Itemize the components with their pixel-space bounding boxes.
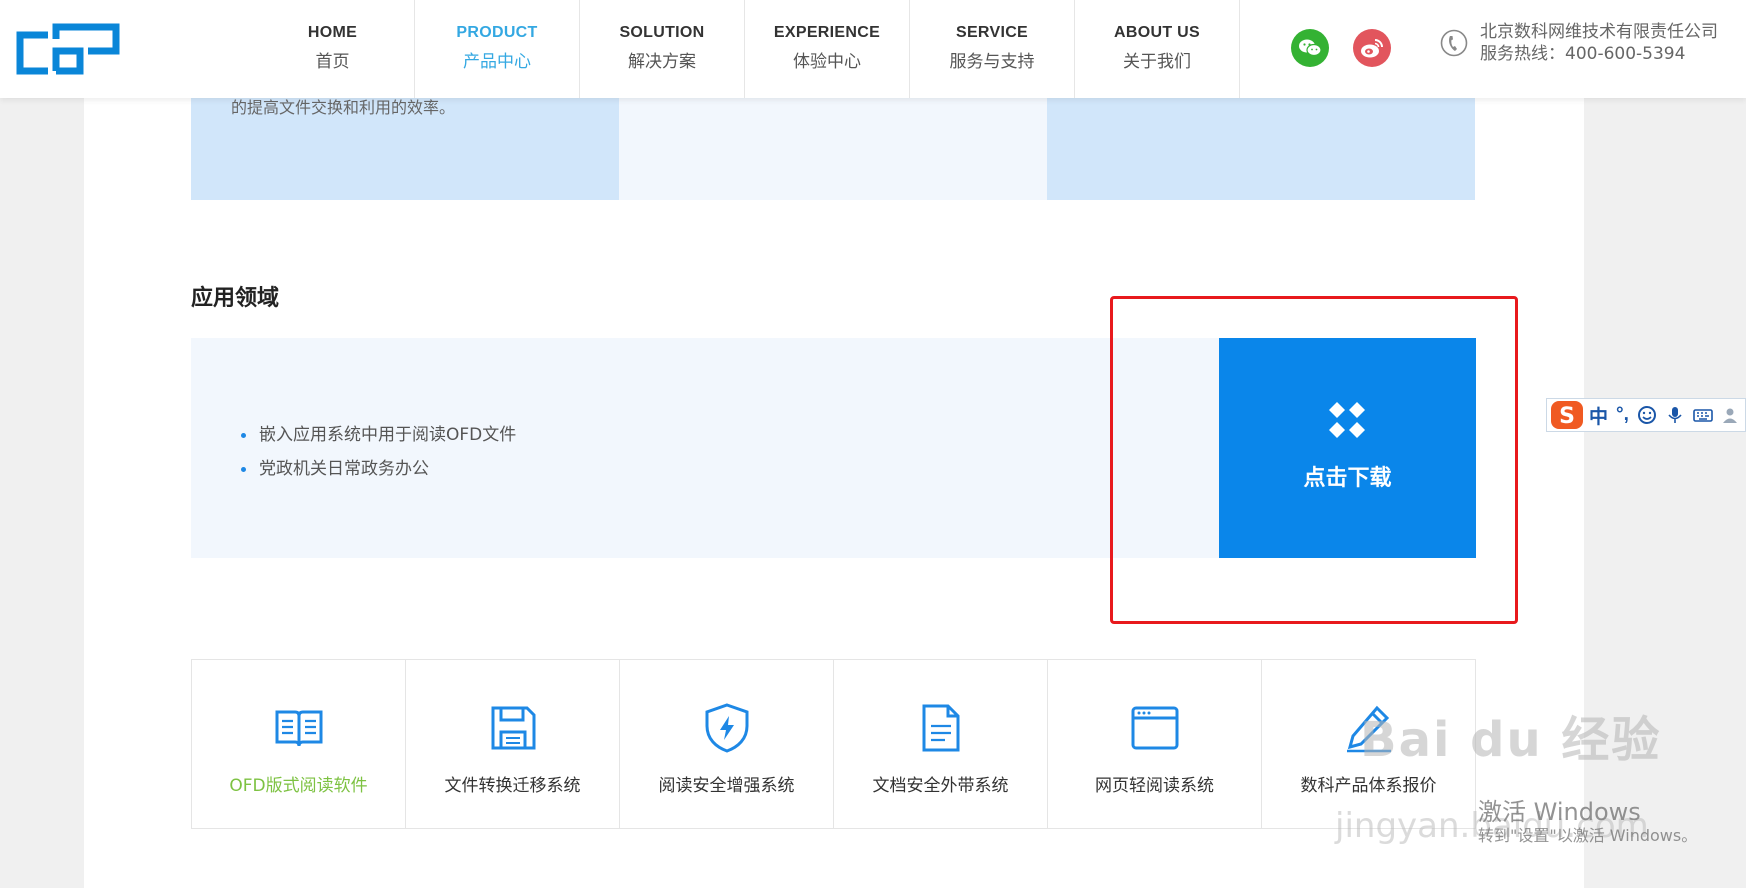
list-item: 嵌入应用系统中用于阅读OFD文件 [241, 418, 516, 452]
document-icon [922, 704, 959, 752]
nav-label-cn: 解决方案 [628, 52, 696, 72]
nav-label-cn: 体验中心 [793, 52, 861, 72]
nav-label-cn: 产品中心 [463, 52, 531, 72]
company-info: 北京数科网维技术有限责任公司 服务热线：400-600-5394 [1480, 21, 1718, 65]
open-book-icon [275, 710, 322, 747]
nav-experience[interactable]: EXPERIENCE 体验中心 [745, 0, 910, 98]
ime-toolbar[interactable]: S 中 °, [1546, 398, 1746, 432]
nav-solution[interactable]: SOLUTION 解决方案 [580, 0, 745, 98]
nav-label-cn: 首页 [315, 52, 350, 72]
sogou-s-icon: S [1551, 401, 1583, 429]
nav-home[interactable]: HOME 首页 [251, 0, 415, 98]
product-label: 阅读安全增强系统 [658, 776, 795, 796]
download-label: 点击下载 [1303, 466, 1392, 491]
svg-text:S: S [1559, 404, 1575, 429]
product-label: OFD版式阅读软件 [229, 776, 368, 796]
site-header: HOME 首页 PRODUCT 产品中心 SOLUTION 解决方案 EXPER… [0, 0, 1746, 98]
product-label: 文档安全外带系统 [872, 776, 1009, 796]
feature-card [619, 90, 1047, 200]
product-card[interactable]: 阅读安全增强系统 [620, 660, 834, 828]
browser-window-icon [1131, 706, 1178, 750]
wechat-icon[interactable] [1291, 29, 1329, 67]
list-item: 党政机关日常政务办公 [241, 452, 516, 486]
nav-label-en: HOME [307, 24, 358, 41]
hotline: 服务热线：400-600-5394 [1480, 44, 1686, 64]
windows-activation-subtitle: 转到"设置"以激活 Windows。 [1478, 826, 1698, 845]
nav-label-en: SOLUTION [619, 24, 705, 41]
product-label: 数科产品体系报价 [1300, 776, 1437, 796]
shield-bolt-icon [705, 703, 748, 753]
floppy-disk-icon [491, 706, 535, 750]
section-title: 应用领域 [191, 286, 280, 311]
download-button[interactable]: 点击下载 [1219, 338, 1476, 558]
nav-label-cn: 关于我们 [1123, 52, 1191, 72]
product-card[interactable]: 文件转换迁移系统 [406, 660, 620, 828]
product-label: 网页轻阅读系统 [1095, 776, 1214, 796]
nav-label-en: EXPERIENCE [773, 24, 881, 41]
nav-about-us[interactable]: ABOUT US 关于我们 [1075, 0, 1240, 98]
product-card[interactable]: 文档安全外带系统 [834, 660, 1048, 828]
company-name: 北京数科网维技术有限责任公司 [1480, 22, 1718, 42]
feature-card: 的提高文件交换和利用的效率。 [191, 90, 619, 200]
product-label: 文件转换迁移系统 [444, 776, 581, 796]
product-card[interactable]: 网页轻阅读系统 [1048, 660, 1262, 828]
product-card[interactable]: OFD版式阅读软件 [192, 660, 406, 828]
phone-icon [1440, 29, 1468, 57]
csp-logo-icon[interactable] [14, 21, 122, 77]
nav-service[interactable]: SERVICE 服务与支持 [910, 0, 1075, 98]
nav-label-cn: 服务与支持 [949, 52, 1035, 72]
feature-card [1047, 90, 1475, 200]
nav-label-en: PRODUCT [456, 24, 538, 41]
nav-product[interactable]: PRODUCT 产品中心 [415, 0, 580, 98]
microphone-icon[interactable] [1665, 405, 1685, 425]
emoji-icon[interactable] [1637, 405, 1657, 425]
application-panel: 嵌入应用系统中用于阅读OFD文件 党政机关日常政务办公 [191, 338, 1219, 558]
baidu-watermark: Bai du 经验 [1360, 712, 1662, 768]
weibo-icon[interactable] [1353, 29, 1391, 67]
windows-diamond-icon [1329, 402, 1365, 438]
user-icon[interactable] [1721, 405, 1741, 425]
product-row: OFD版式阅读软件 文件转换迁移系统 阅读安全增强系统 文档安全外带系统 网页轻… [191, 659, 1476, 829]
application-list: 嵌入应用系统中用于阅读OFD文件 党政机关日常政务办公 [241, 418, 516, 486]
ime-mode[interactable]: 中 [1589, 402, 1608, 429]
ime-punct[interactable]: °, [1616, 404, 1629, 426]
nav-label-en: ABOUT US [1114, 24, 1200, 41]
nav-label-en: SERVICE [955, 24, 1029, 41]
keyboard-icon[interactable] [1693, 405, 1713, 425]
main-nav: HOME 首页 PRODUCT 产品中心 SOLUTION 解决方案 EXPER… [251, 0, 1240, 98]
